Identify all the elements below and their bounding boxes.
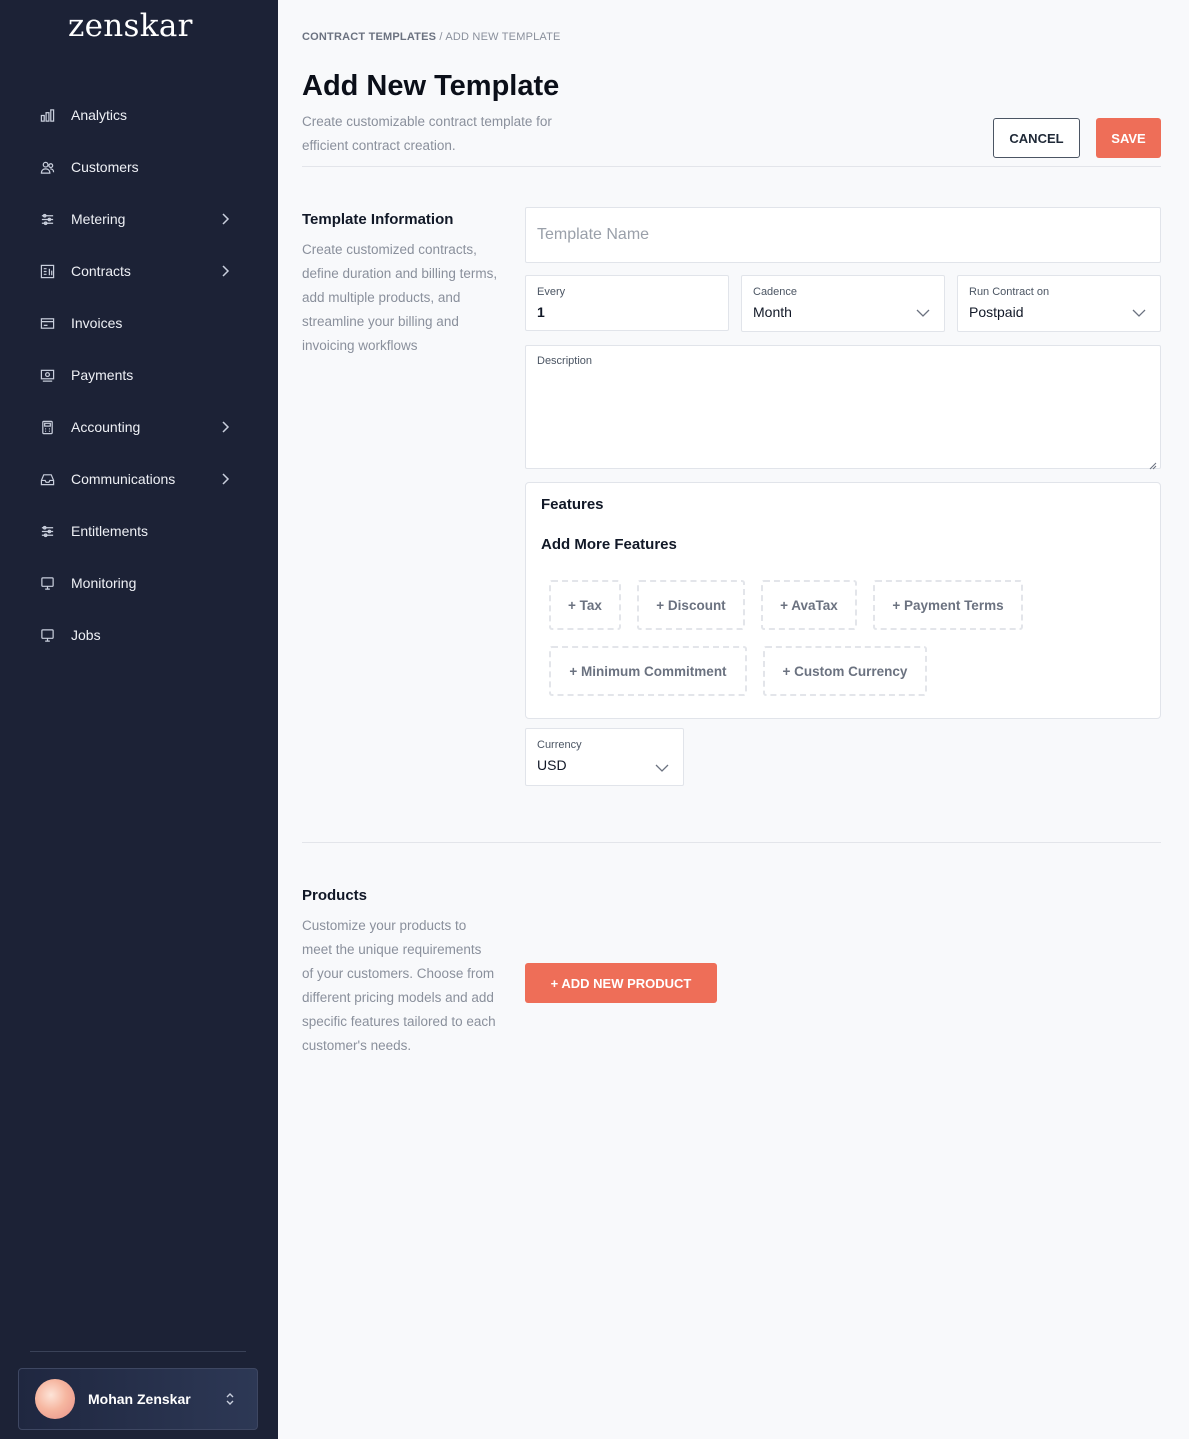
bar-chart-icon [39,107,55,123]
sidebar-item-label: Monitoring [71,575,137,591]
sidebar-item-label: Jobs [71,627,101,643]
main-content: CONTRACT TEMPLATES / ADD NEW TEMPLATE Ad… [278,0,1189,1439]
description-textarea[interactable]: Description [525,345,1161,470]
calculator-icon [39,419,55,435]
sidebar-item-monitoring[interactable]: Monitoring [0,557,278,609]
add-payment-terms-button[interactable]: + Payment Terms [873,580,1023,630]
resize-handle-icon[interactable] [1149,457,1157,470]
add-more-features-title: Add More Features [541,536,677,553]
sidebar: zenskar Analytics Customers Metering Con… [0,0,278,1439]
template-information-title: Template Information [302,211,454,228]
sidebar-item-invoices[interactable]: Invoices [0,297,278,349]
every-input[interactable]: Every 1 [525,275,729,331]
sidebar-item-customers[interactable]: Customers [0,141,278,193]
add-new-product-button[interactable]: + ADD NEW PRODUCT [525,963,717,1003]
add-minimum-commitment-button[interactable]: + Minimum Commitment [549,646,747,696]
chevron-right-icon[interactable] [219,420,231,434]
chevron-down-icon [1132,305,1146,317]
sidebar-item-communications[interactable]: Communications [0,453,278,505]
chevron-down-icon [916,305,930,317]
currency-value: USD [537,757,567,773]
chevron-right-icon[interactable] [219,472,231,486]
chevron-right-icon[interactable] [219,264,231,278]
page-subtitle: Create customizable contract template fo… [302,114,552,153]
sidebar-divider [30,1351,246,1352]
user-menu[interactable]: Mohan Zenskar [18,1368,258,1430]
chevron-right-icon[interactable] [219,212,231,226]
cadence-value: Month [753,304,792,320]
description-label: Description [537,355,593,367]
sidebar-item-label: Customers [71,159,139,175]
features-panel: Features Add More Features + Tax + Disco… [525,482,1161,719]
sliders-icon [39,211,55,227]
breadcrumb-separator: / [436,31,446,43]
run-contract-on-value: Postpaid [969,304,1024,320]
chevron-down-icon [655,760,669,772]
payments-icon [39,367,55,383]
features-title: Features [541,496,604,513]
monitor-icon [39,575,55,591]
monitor-icon [39,627,55,643]
add-discount-button[interactable]: + Discount [637,580,745,630]
save-button[interactable]: SAVE [1096,118,1161,158]
page-title: Add New Template [302,70,560,102]
app-logo[interactable]: zenskar [68,8,193,44]
cadence-label: Cadence [753,286,798,298]
sidebar-item-label: Contracts [71,263,131,279]
inbox-icon [39,471,55,487]
breadcrumb: CONTRACT TEMPLATES / ADD NEW TEMPLATE [302,31,561,43]
contract-icon [39,263,55,279]
template-name-input[interactable]: Template Name [525,207,1161,263]
run-contract-on-select[interactable]: Run Contract on Postpaid [957,275,1161,332]
sidebar-item-payments[interactable]: Payments [0,349,278,401]
chevron-up-down-icon [225,1391,235,1407]
sliders-icon [39,523,55,539]
sidebar-item-label: Analytics [71,107,128,123]
products-title: Products [302,887,368,904]
sidebar-item-label: Accounting [71,419,141,435]
add-tax-button[interactable]: + Tax [549,580,621,630]
sidebar-item-label: Metering [71,211,126,227]
users-icon [39,159,55,175]
add-avatax-button[interactable]: + AvaTax [761,580,857,630]
sidebar-item-metering[interactable]: Metering [0,193,278,245]
sidebar-item-jobs[interactable]: Jobs [0,609,278,661]
run-contract-on-label: Run Contract on [969,286,1050,298]
sidebar-item-entitlements[interactable]: Entitlements [0,505,278,557]
divider [302,842,1161,843]
invoice-icon [39,315,55,331]
add-custom-currency-button[interactable]: + Custom Currency [763,646,927,696]
breadcrumb-current: ADD NEW TEMPLATE [445,31,561,43]
every-value: 1 [537,304,545,320]
template-information-description: Create customized contracts, define dura… [302,242,498,353]
sidebar-item-label: Communications [71,471,176,487]
currency-select[interactable]: Currency USD [525,728,684,786]
sidebar-item-analytics[interactable]: Analytics [0,89,278,141]
sidebar-item-contracts[interactable]: Contracts [0,245,278,297]
sidebar-item-accounting[interactable]: Accounting [0,401,278,453]
cancel-button[interactable]: CANCEL [993,118,1080,158]
avatar [35,1379,75,1419]
sidebar-nav: Analytics Customers Metering Contracts I… [0,89,278,661]
cadence-select[interactable]: Cadence Month [741,275,945,332]
sidebar-item-label: Invoices [71,315,123,331]
breadcrumb-link-contract-templates[interactable]: CONTRACT TEMPLATES [302,31,436,43]
user-name: Mohan Zenskar [88,1391,191,1407]
divider [302,166,1161,167]
every-label: Every [537,286,566,298]
products-description: Customize your products to meet the uniq… [302,918,496,1053]
sidebar-item-label: Entitlements [71,523,149,539]
sidebar-item-label: Payments [71,367,134,383]
currency-label: Currency [537,739,582,751]
